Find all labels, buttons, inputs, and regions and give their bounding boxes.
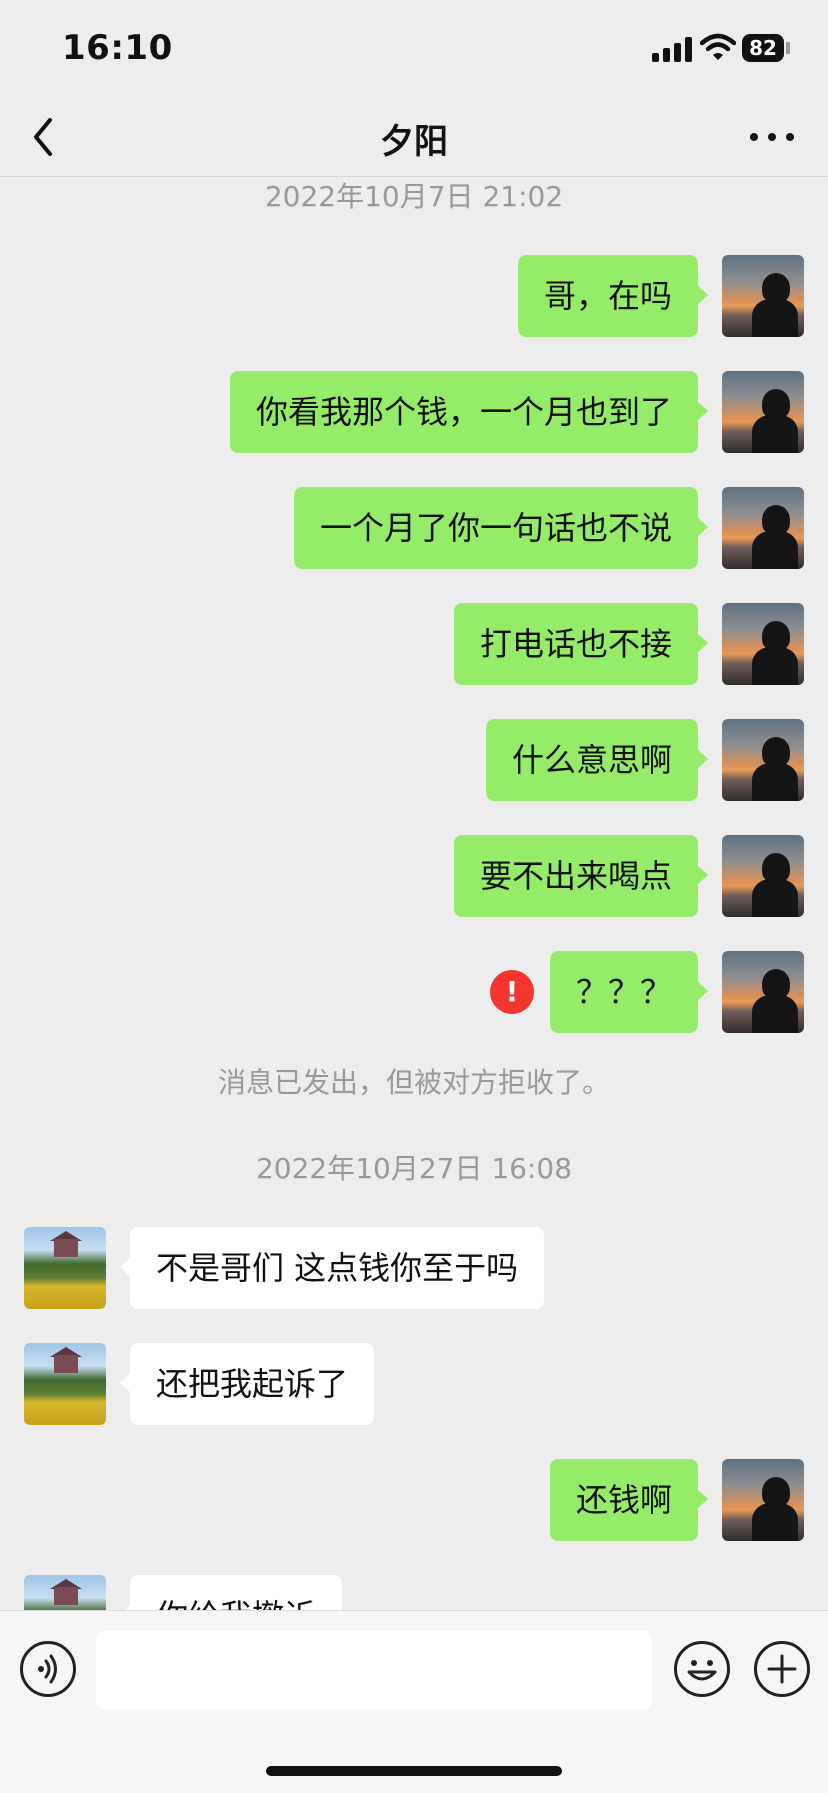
wifi-icon [700,33,736,60]
chat-area[interactable]: 2022年10月7日 21:02 哥，在吗 你看我那个钱，一个月也到了 一个月了… [0,177,828,1610]
message-bubble[interactable]: 你看我那个钱，一个月也到了 [229,371,709,453]
message-row: 还钱啊 [0,1459,828,1541]
message-row: ! ？？？ [0,951,828,1033]
message-bubble[interactable]: ？？？ [549,951,709,1033]
message-bubble[interactable]: 不是哥们 这点钱你至于吗 [119,1227,545,1309]
my-avatar[interactable] [722,719,804,801]
my-avatar[interactable] [722,835,804,917]
timestamp: 2022年10月7日 21:02 [264,180,564,213]
message-input[interactable] [96,1631,652,1709]
message-row: 什么意思啊 [0,719,828,801]
my-avatar[interactable] [722,255,804,337]
my-avatar[interactable] [722,603,804,685]
message-row: 你给我撤诉 [0,1575,828,1610]
contact-avatar[interactable] [24,1227,106,1309]
battery-tip [786,42,790,54]
message-row: 一个月了你一句话也不说 [0,487,828,569]
message-bubble[interactable]: 还钱啊 [549,1459,709,1541]
message-bubble[interactable]: 你给我撤诉 [119,1575,343,1610]
status-time: 16:10 [62,28,173,68]
timestamp: 2022年10月27日 16:08 [255,1152,573,1185]
nav-bar: 夕阳 [0,100,828,177]
plus-icon[interactable] [754,1641,810,1697]
status-bar: 16:10 82 [0,0,828,100]
my-avatar[interactable] [722,487,804,569]
system-notice: 消息已发出，但被对方拒收了。 [217,1066,610,1099]
message-row: 不是哥们 这点钱你至于吗 [0,1227,828,1309]
more-icon[interactable] [748,124,798,152]
emoji-icon[interactable] [674,1641,730,1697]
signal-icon [652,36,694,62]
message-bubble[interactable]: 什么意思啊 [485,719,709,801]
message-bubble[interactable]: 还把我起诉了 [119,1343,375,1425]
message-row: 还把我起诉了 [0,1343,828,1425]
chat-title: 夕阳 [380,122,448,162]
message-row: 打电话也不接 [0,603,828,685]
message-row: 哥，在吗 [0,255,828,337]
my-avatar[interactable] [722,371,804,453]
my-avatar[interactable] [722,951,804,1033]
message-bubble[interactable]: 哥，在吗 [517,255,709,337]
send-failed-icon[interactable]: ! [490,970,534,1014]
home-indicator[interactable] [266,1766,562,1776]
message-bubble[interactable]: 打电话也不接 [453,603,709,685]
message-bubble[interactable]: 一个月了你一句话也不说 [293,487,709,569]
battery-icon: 82 [742,34,784,62]
contact-avatar[interactable] [24,1343,106,1425]
voice-icon[interactable] [20,1641,76,1697]
my-avatar[interactable] [722,1459,804,1541]
message-row: 你看我那个钱，一个月也到了 [0,371,828,453]
message-bubble[interactable]: 要不出来喝点 [453,835,709,917]
contact-avatar[interactable] [24,1575,106,1610]
message-row: 要不出来喝点 [0,835,828,917]
